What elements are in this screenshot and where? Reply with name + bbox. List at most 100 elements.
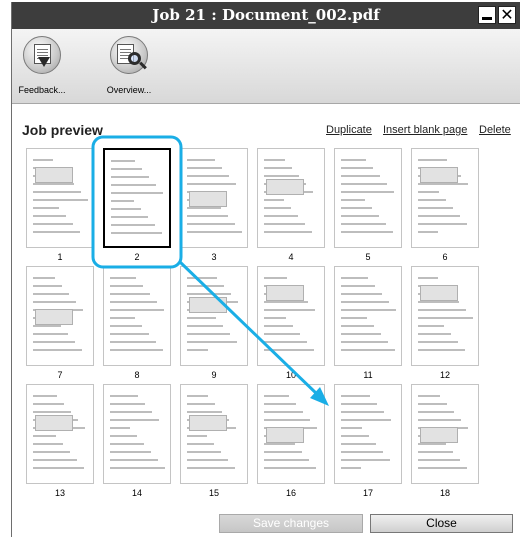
page-content-line <box>33 285 62 287</box>
page-content-line <box>341 159 366 161</box>
page-content-line <box>33 459 77 461</box>
page-content-line <box>264 231 312 233</box>
page-content-line <box>187 167 222 169</box>
page-content-line <box>341 427 362 429</box>
page-number-label: 16 <box>285 488 296 498</box>
page-content-line <box>187 175 229 177</box>
page-content-line <box>341 459 390 461</box>
page-content-table <box>189 191 227 207</box>
page-thumbnail[interactable] <box>411 148 479 248</box>
page-content-table <box>35 415 73 431</box>
page-thumbnail[interactable] <box>334 384 402 484</box>
page-content-line <box>264 175 299 177</box>
page-content-line <box>264 467 316 469</box>
page-content-line <box>264 317 286 319</box>
page-content-table <box>420 285 458 301</box>
page-content-table <box>266 427 304 443</box>
page-content-line <box>341 403 377 405</box>
page-content-line <box>33 301 76 303</box>
feedback-button[interactable]: Feedback... <box>12 34 72 100</box>
page-thumbnail[interactable] <box>334 148 402 248</box>
page-content-line <box>33 333 68 335</box>
page-number-label: 12 <box>439 370 450 380</box>
page-content-line <box>418 223 467 225</box>
page-content-line <box>341 451 383 453</box>
page-content-line <box>341 183 387 185</box>
page-number-label: 11 <box>363 370 373 380</box>
title-bar: Job 21 : Document_002.pdf ✕ <box>12 2 520 29</box>
page-thumbnail[interactable] <box>26 266 94 366</box>
page-content-line <box>110 443 144 445</box>
page-thumbnail-grid: 1 2 3 4 5 6 7 8 9 10 11 12 13 14 15 16 17 18 <box>12 145 520 505</box>
page-number-label: 18 <box>439 488 450 498</box>
page-content-line <box>341 277 368 279</box>
page-number-label: 14 <box>131 488 142 498</box>
page-content-line <box>418 301 459 303</box>
page-thumbnail[interactable] <box>26 148 94 248</box>
page-content-line <box>187 159 215 161</box>
page-content-line <box>341 293 382 295</box>
page-number-label: 9 <box>211 370 217 380</box>
page-content-line <box>111 232 162 234</box>
page-content-table <box>266 179 304 195</box>
page-number-label: 15 <box>208 488 219 498</box>
page-thumbnail[interactable] <box>103 148 171 248</box>
page-thumbnail[interactable] <box>257 148 325 248</box>
page-content-line <box>264 325 293 327</box>
page-content-line <box>33 341 75 343</box>
page-content-line <box>264 159 285 161</box>
page-thumbnail[interactable] <box>180 384 248 484</box>
save-changes-button[interactable]: Save changes <box>219 514 363 533</box>
page-content-line <box>341 301 389 303</box>
page-number-label: 6 <box>442 252 448 262</box>
page-content-line <box>110 309 164 311</box>
page-content-line <box>110 293 150 295</box>
page-thumbnail[interactable] <box>180 148 248 248</box>
page-content-line <box>264 459 309 461</box>
delete-link[interactable]: Delete <box>479 124 511 136</box>
page-content-line <box>187 349 208 351</box>
page-thumbnail[interactable] <box>26 384 94 484</box>
page-thumbnail[interactable] <box>257 384 325 484</box>
page-content-line <box>33 411 71 413</box>
page-content-line <box>418 159 447 161</box>
page-content-line <box>33 395 57 397</box>
page-thumbnail[interactable] <box>411 266 479 366</box>
page-content-line <box>110 333 149 335</box>
close-button[interactable]: Close <box>370 514 513 533</box>
page-content-line <box>187 341 237 343</box>
page-content-line <box>187 293 231 295</box>
page-content-line <box>187 231 242 233</box>
page-thumbnail[interactable] <box>103 384 171 484</box>
page-content-table <box>420 167 458 183</box>
page-number-label: 17 <box>362 488 373 498</box>
minimize-icon[interactable] <box>478 6 496 24</box>
page-content-line <box>33 215 66 217</box>
page-content-line <box>418 231 438 233</box>
page-content-line <box>341 435 369 437</box>
page-thumbnail[interactable] <box>411 384 479 484</box>
page-number-label: 8 <box>134 370 140 380</box>
page-content-line <box>111 160 135 162</box>
page-content-line <box>264 451 302 453</box>
page-content-line <box>187 285 224 287</box>
page-content-line <box>110 459 158 461</box>
duplicate-link[interactable]: Duplicate <box>326 124 372 136</box>
page-number-label: 7 <box>57 370 63 380</box>
page-thumbnail[interactable] <box>180 266 248 366</box>
page-content-line <box>111 200 134 202</box>
overview-button[interactable]: Overview... <box>99 34 159 100</box>
page-thumbnail[interactable] <box>334 266 402 366</box>
page-content-line <box>341 223 386 225</box>
close-icon[interactable]: ✕ <box>498 6 516 24</box>
page-content-line <box>187 325 223 327</box>
page-content-line <box>341 285 375 287</box>
insert-blank-page-link[interactable]: Insert blank page <box>383 124 467 136</box>
page-content-line <box>33 451 70 453</box>
page-content-line <box>187 395 208 397</box>
page-content-line <box>418 403 447 405</box>
page-thumbnail[interactable] <box>257 266 325 366</box>
page-content-line <box>264 223 305 225</box>
page-thumbnail[interactable] <box>103 266 171 366</box>
page-content-line <box>264 411 303 413</box>
